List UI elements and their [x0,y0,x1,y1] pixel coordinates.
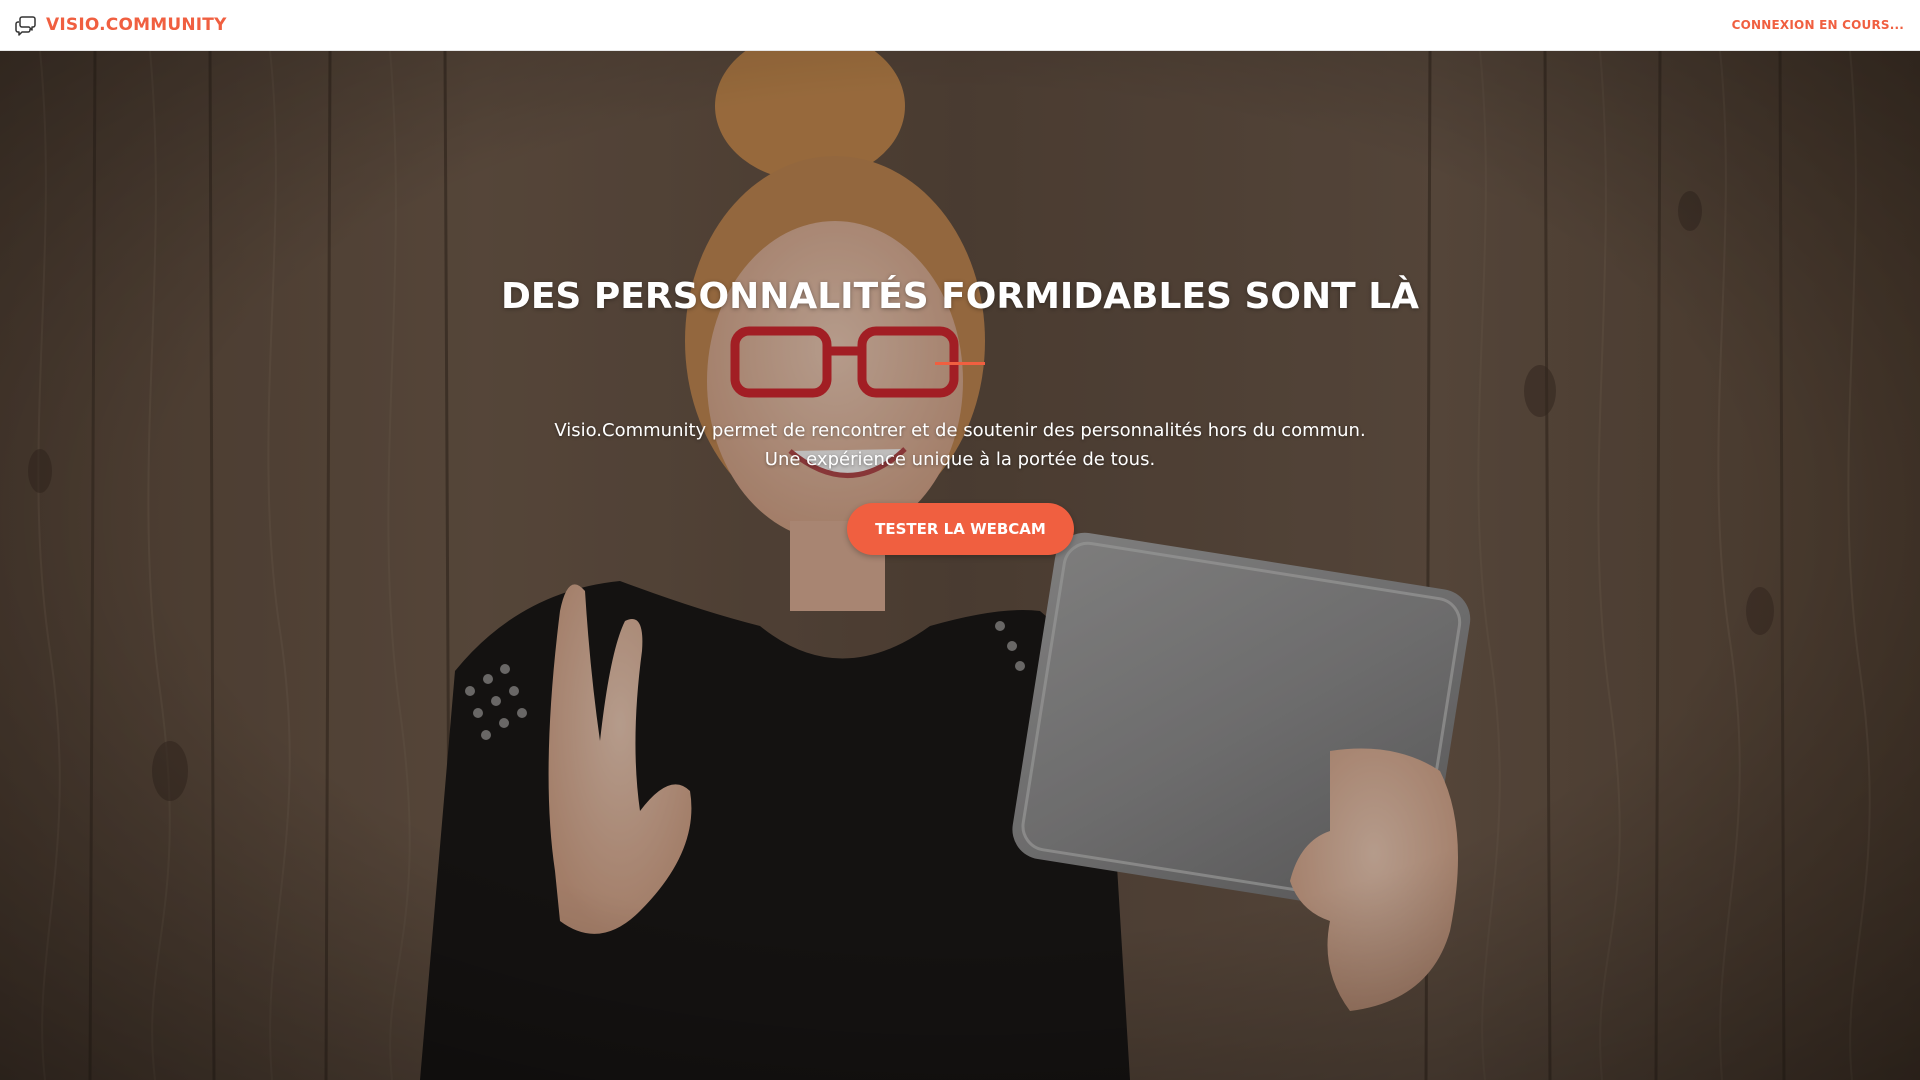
brand-name: VISIO.COMMUNITY [46,15,227,35]
hero-description-line-1: Visio.Community permet de rencontrer et … [554,420,1366,441]
hero-title: DES PERSONNALITÉS FORMIDABLES SONT LÀ [500,276,1420,317]
top-navbar: VISIO.COMMUNITY CONNEXION EN COURS... [0,0,1920,51]
test-webcam-button[interactable]: TESTER LA WEBCAM [847,503,1074,555]
chat-bubbles-icon [15,16,36,36]
hero-description-line-2: Une expérience unique à la portée de tou… [764,449,1156,470]
hero-dark-overlay [0,51,1920,1080]
brand-link[interactable]: VISIO.COMMUNITY [14,13,227,37]
connection-status-link[interactable]: CONNEXION EN COURS... [1732,18,1904,32]
hero-section: DES PERSONNALITÉS FORMIDABLES SONT LÀ Vi… [0,51,1920,1080]
title-divider [935,362,985,365]
hero-description: Visio.Community permet de rencontrer et … [0,416,1920,474]
